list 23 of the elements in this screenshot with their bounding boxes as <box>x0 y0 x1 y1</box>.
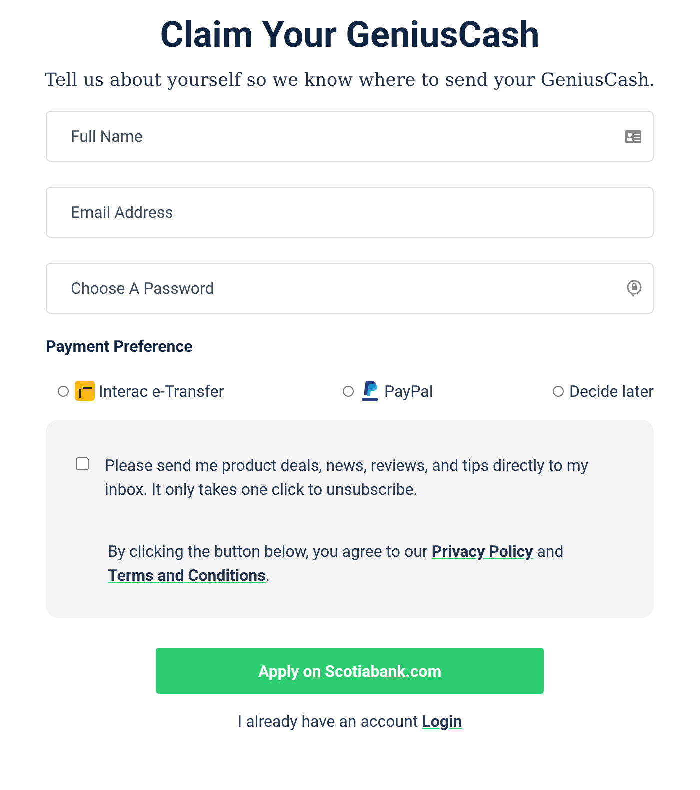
paypal-logo-icon <box>360 380 380 402</box>
login-text: I already have an account Login <box>236 712 464 731</box>
option-label: Decide later <box>570 382 654 400</box>
radio-button[interactable] <box>552 386 564 396</box>
option-label: PayPal <box>384 382 434 400</box>
contact-card-icon <box>625 130 642 144</box>
checkbox[interactable] <box>76 457 89 471</box>
option-label: Interac e-Transfer <box>99 382 224 400</box>
input-field[interactable]: Email Address <box>46 187 654 238</box>
interac-logo-icon <box>75 381 95 401</box>
agreement-text: By clicking the button below, you agree to our Privacy Policy and Terms and Conditions. <box>108 541 565 587</box>
input-field[interactable]: Choose A Password <box>46 263 654 314</box>
consent-text: Please send me product deals, news, reviews, and tips directly to my inbox. It only takes one click to unsubscribe. <box>105 455 590 501</box>
section-label: Payment Preference <box>46 337 194 356</box>
lock-icon <box>627 280 642 297</box>
subtitle: Tell us about yourself so we know where to send your GeniusCash. <box>44 70 656 91</box>
terms-link[interactable]: Terms and Conditions <box>108 566 266 585</box>
radio-button[interactable] <box>343 386 354 396</box>
page-title: Claim Your GeniusCash <box>159 14 541 56</box>
login-link[interactable]: Login <box>422 712 462 731</box>
radio-button[interactable] <box>58 386 69 396</box>
privacy-policy-link[interactable]: Privacy Policy <box>432 542 534 561</box>
input-field[interactable]: Full Name <box>46 111 654 162</box>
